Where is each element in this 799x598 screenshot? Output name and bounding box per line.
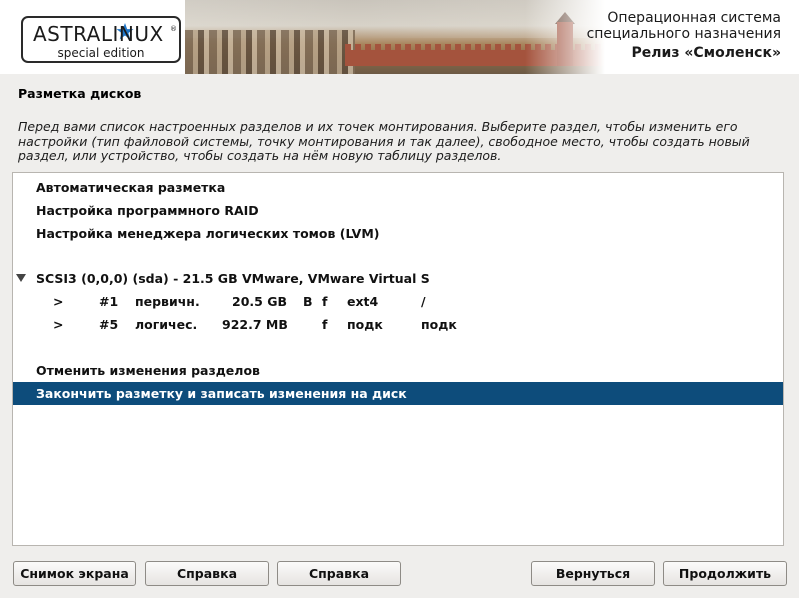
partition-size: 20.5 GB — [232, 294, 287, 309]
continue-button[interactable]: Продолжить — [663, 561, 787, 586]
os-caption: Операционная система специального назнач… — [587, 10, 781, 61]
list-item-finish[interactable]: Закончить разметку и записать изменения … — [13, 382, 783, 405]
list-item-lvm[interactable]: Настройка менеджера логических томов (LV… — [13, 222, 783, 245]
partition-type: первичн. — [135, 294, 200, 309]
list-item-label: Закончить разметку и записать изменения … — [36, 386, 407, 401]
page-title: Разметка дисков — [18, 86, 142, 101]
smolensk-photo — [185, 0, 605, 74]
partition-row[interactable]: > #1 первичн. 20.5 GB B f ext4 / — [13, 290, 783, 313]
help-button[interactable]: Справка — [145, 561, 269, 586]
list-item-label: Отменить изменения разделов — [36, 363, 260, 378]
list-item-undo[interactable]: Отменить изменения разделов — [13, 359, 783, 382]
list-item-label: Настройка программного RAID — [36, 203, 259, 218]
list-item-raid[interactable]: Настройка программного RAID — [13, 199, 783, 222]
header-banner: ASTRALINUX ® special edition Операционна… — [0, 0, 799, 74]
logo-registered-mark: ® — [170, 25, 177, 33]
astralinux-logo: ASTRALINUX ® special edition — [21, 16, 181, 63]
list-item-label: Настройка менеджера логических томов (LV… — [36, 226, 380, 241]
partition-size: 922.7 MB — [222, 317, 288, 332]
page-description: Перед вами список настроенных разделов и… — [18, 119, 750, 163]
os-line-1: Операционная система — [607, 10, 781, 26]
partition-row[interactable]: > #5 логичес. 922.7 MB f подк подк — [13, 313, 783, 336]
list-item-label: Автоматическая разметка — [36, 180, 226, 195]
partition-number: #5 — [99, 317, 119, 332]
help-button-2[interactable]: Справка — [277, 561, 401, 586]
partition-number: #1 — [99, 294, 119, 309]
partition-arrow: > — [53, 317, 64, 332]
partition-filesystem: подк — [347, 317, 383, 332]
os-line-2: специального назначения — [586, 26, 781, 42]
release-name: Релиз «Смоленск» — [631, 45, 781, 61]
partition-format-flag: f — [322, 317, 328, 332]
logo-text: ASTRALINUX — [33, 22, 164, 46]
partition-filesystem: ext4 — [347, 294, 379, 309]
list-item-guided[interactable]: Автоматическая разметка — [13, 176, 783, 199]
back-button[interactable]: Вернуться — [531, 561, 655, 586]
partition-arrow: > — [53, 294, 64, 309]
screenshot-button[interactable]: Снимок экрана — [13, 561, 136, 586]
disk-label: SCSI3 (0,0,0) (sda) - 21.5 GB VMware, VM… — [36, 271, 430, 286]
partition-mountpoint: / — [421, 294, 426, 309]
expand-triangle-icon — [16, 274, 26, 282]
partition-format-flag: f — [322, 294, 328, 309]
partition-mountpoint: подк — [421, 317, 457, 332]
partition-list[interactable]: Автоматическая разметка Настройка програ… — [12, 172, 784, 546]
partition-type: логичес. — [135, 317, 198, 332]
logo-subtitle: special edition — [57, 46, 145, 60]
list-item-disk[interactable]: SCSI3 (0,0,0) (sda) - 21.5 GB VMware, VM… — [13, 267, 783, 290]
partition-bootable-flag: B — [303, 294, 313, 309]
